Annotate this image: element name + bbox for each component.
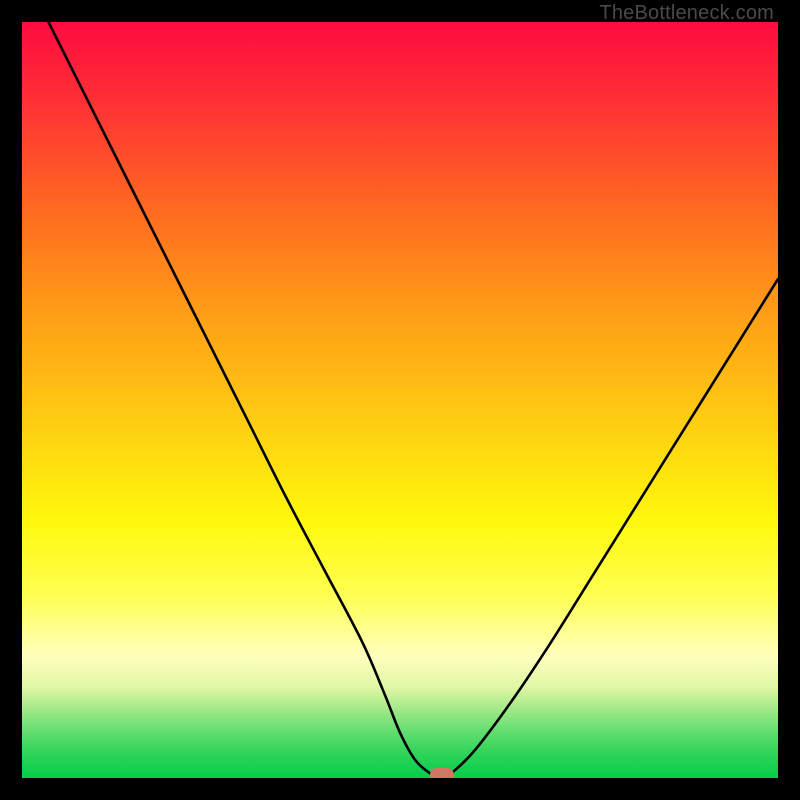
gradient-background bbox=[22, 22, 778, 778]
chart-frame: TheBottleneck.com bbox=[0, 0, 800, 800]
watermark-text: TheBottleneck.com bbox=[599, 2, 774, 25]
minimum-marker bbox=[430, 768, 454, 778]
plot-area bbox=[22, 22, 778, 778]
